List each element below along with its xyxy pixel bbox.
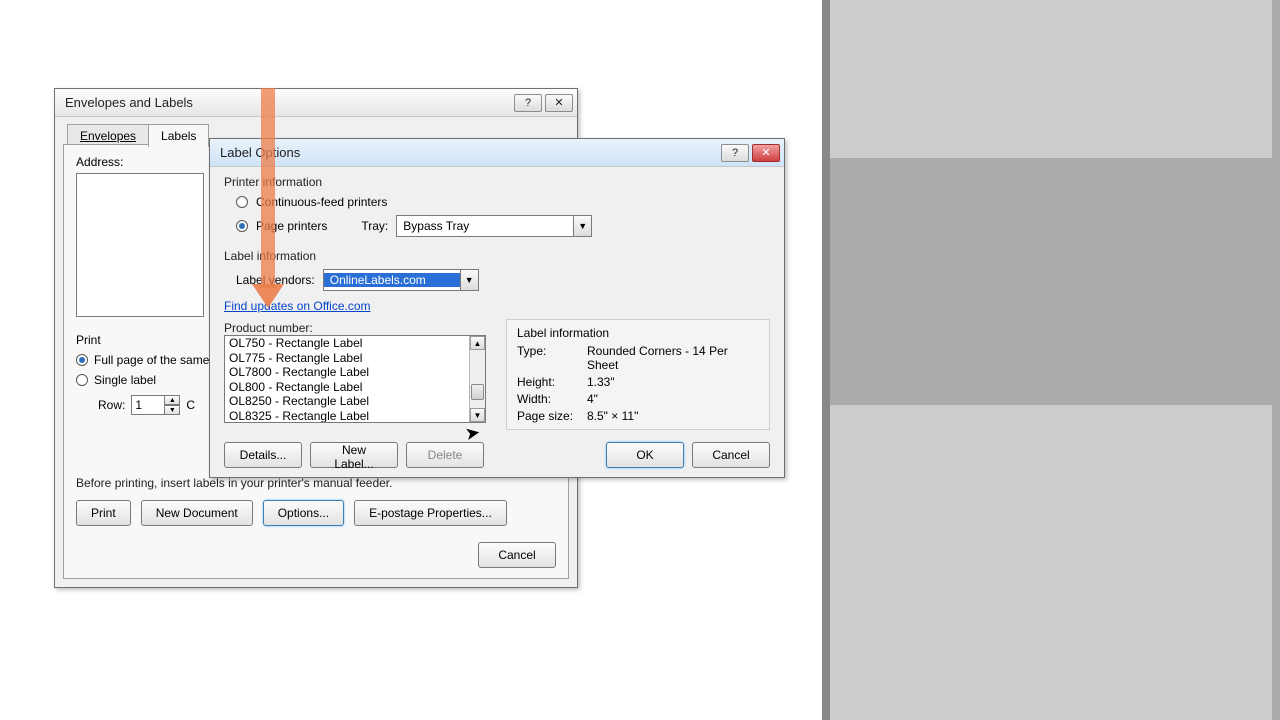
button-row-bottom: Cancel — [478, 542, 556, 568]
radio-icon[interactable] — [76, 354, 88, 366]
printer-info-title: Printer information — [224, 175, 770, 189]
column-label: C — [186, 398, 195, 412]
vendor-label: Label vendors: — [236, 273, 315, 287]
options-button[interactable]: Options... — [263, 500, 344, 526]
tray-combo[interactable]: Bypass Tray ▼ — [396, 215, 592, 237]
product-listbox[interactable]: OL750 - Rectangle LabelOL775 - Rectangle… — [224, 335, 486, 423]
page-label: Page size: — [517, 409, 587, 423]
vendor-value: OnlineLabels.com — [324, 273, 460, 287]
background-panel — [822, 0, 1280, 720]
row-spinner[interactable]: ▲ ▼ — [131, 395, 180, 415]
width-value: 4" — [587, 392, 759, 406]
details-button[interactable]: Details... — [224, 442, 302, 468]
row-label: Row: — [98, 398, 125, 412]
info-grid: Type: Rounded Corners - 14 Per Sheet Hei… — [517, 344, 759, 423]
chevron-down-icon[interactable]: ▼ — [460, 270, 478, 290]
epostage-button[interactable]: E-postage Properties... — [354, 500, 507, 526]
ok-button[interactable]: OK — [606, 442, 684, 468]
titlebar[interactable]: Label Options ? ✕ — [210, 139, 784, 167]
spin-down-button[interactable]: ▼ — [164, 405, 180, 415]
button-row: Details... New Label... Delete OK Cancel — [224, 442, 770, 468]
scroll-down-button[interactable]: ▼ — [470, 408, 485, 422]
height-value: 1.33" — [587, 375, 759, 389]
titlebar[interactable]: Envelopes and Labels ? ✕ — [55, 89, 577, 117]
page-value: 8.5" × 11" — [587, 409, 759, 423]
radio-icon[interactable] — [236, 196, 248, 208]
background-area — [830, 405, 1272, 720]
address-textarea[interactable] — [76, 173, 204, 317]
print-hint: Before printing, insert labels in your p… — [76, 476, 392, 490]
dialog-title: Label Options — [220, 145, 718, 160]
radio-icon[interactable] — [76, 374, 88, 386]
new-label-button[interactable]: New Label... — [310, 442, 398, 468]
list-item[interactable]: OL750 - Rectangle Label — [225, 336, 469, 351]
tab-labels[interactable]: Labels — [148, 124, 209, 147]
list-item[interactable]: OL7800 - Rectangle Label — [225, 365, 469, 380]
product-list-column: Product number: OL750 - Rectangle LabelO… — [224, 319, 486, 430]
tray-value: Bypass Tray — [397, 219, 573, 233]
new-document-button[interactable]: New Document — [141, 500, 253, 526]
dialog-body: Printer information Continuous-feed prin… — [210, 167, 784, 477]
radio-continuous-feed[interactable]: Continuous-feed printers — [236, 195, 770, 209]
product-number-label: Product number: — [224, 321, 486, 335]
label-info-title: Label information — [224, 249, 770, 263]
scrollbar[interactable]: ▲ ▼ — [469, 336, 485, 422]
print-button[interactable]: Print — [76, 500, 131, 526]
scroll-track[interactable] — [470, 350, 485, 408]
radio-page-printers[interactable]: Page printers Tray: Bypass Tray ▼ — [236, 215, 770, 237]
list-item[interactable]: OL8325 - Rectangle Label — [225, 409, 469, 424]
delete-button: Delete — [406, 442, 484, 468]
list-item[interactable]: OL775 - Rectangle Label — [225, 351, 469, 366]
scroll-up-button[interactable]: ▲ — [470, 336, 485, 350]
close-button[interactable]: ✕ — [545, 94, 573, 112]
radio-label: Page printers — [256, 219, 327, 233]
width-label: Width: — [517, 392, 587, 406]
type-value: Rounded Corners - 14 Per Sheet — [587, 344, 759, 372]
help-button[interactable]: ? — [721, 144, 749, 162]
close-button[interactable]: ✕ — [752, 144, 780, 162]
button-row: Print New Document Options... E-postage … — [76, 500, 507, 526]
list-items: OL750 - Rectangle LabelOL775 - Rectangle… — [225, 336, 469, 423]
scroll-thumb[interactable] — [471, 384, 484, 400]
chevron-down-icon[interactable]: ▼ — [573, 216, 591, 236]
help-button[interactable]: ? — [514, 94, 542, 112]
vendor-combo[interactable]: OnlineLabels.com ▼ — [323, 269, 479, 291]
list-item[interactable]: OL8250 - Rectangle Label — [225, 394, 469, 409]
cancel-button[interactable]: Cancel — [692, 442, 770, 468]
columns: Product number: OL750 - Rectangle LabelO… — [224, 319, 770, 430]
spin-up-button[interactable]: ▲ — [164, 395, 180, 405]
cancel-button[interactable]: Cancel — [478, 542, 556, 568]
row-input[interactable] — [131, 395, 165, 415]
dialog-title: Envelopes and Labels — [65, 95, 511, 110]
tray-label: Tray: — [361, 219, 388, 233]
info-title: Label information — [517, 326, 759, 340]
height-label: Height: — [517, 375, 587, 389]
updates-link[interactable]: Find updates on Office.com — [224, 299, 371, 313]
radio-label: Single label — [94, 373, 156, 387]
background-area — [830, 0, 1272, 158]
label-options-dialog: Label Options ? ✕ Printer information Co… — [209, 138, 785, 478]
label-info-panel: Label information Type: Rounded Corners … — [506, 319, 770, 430]
type-label: Type: — [517, 344, 587, 372]
radio-label: Continuous-feed printers — [256, 195, 387, 209]
radio-icon[interactable] — [236, 220, 248, 232]
list-item[interactable]: OL800 - Rectangle Label — [225, 380, 469, 395]
vendor-row: Label vendors: OnlineLabels.com ▼ — [236, 269, 770, 291]
background-divider — [822, 0, 830, 720]
